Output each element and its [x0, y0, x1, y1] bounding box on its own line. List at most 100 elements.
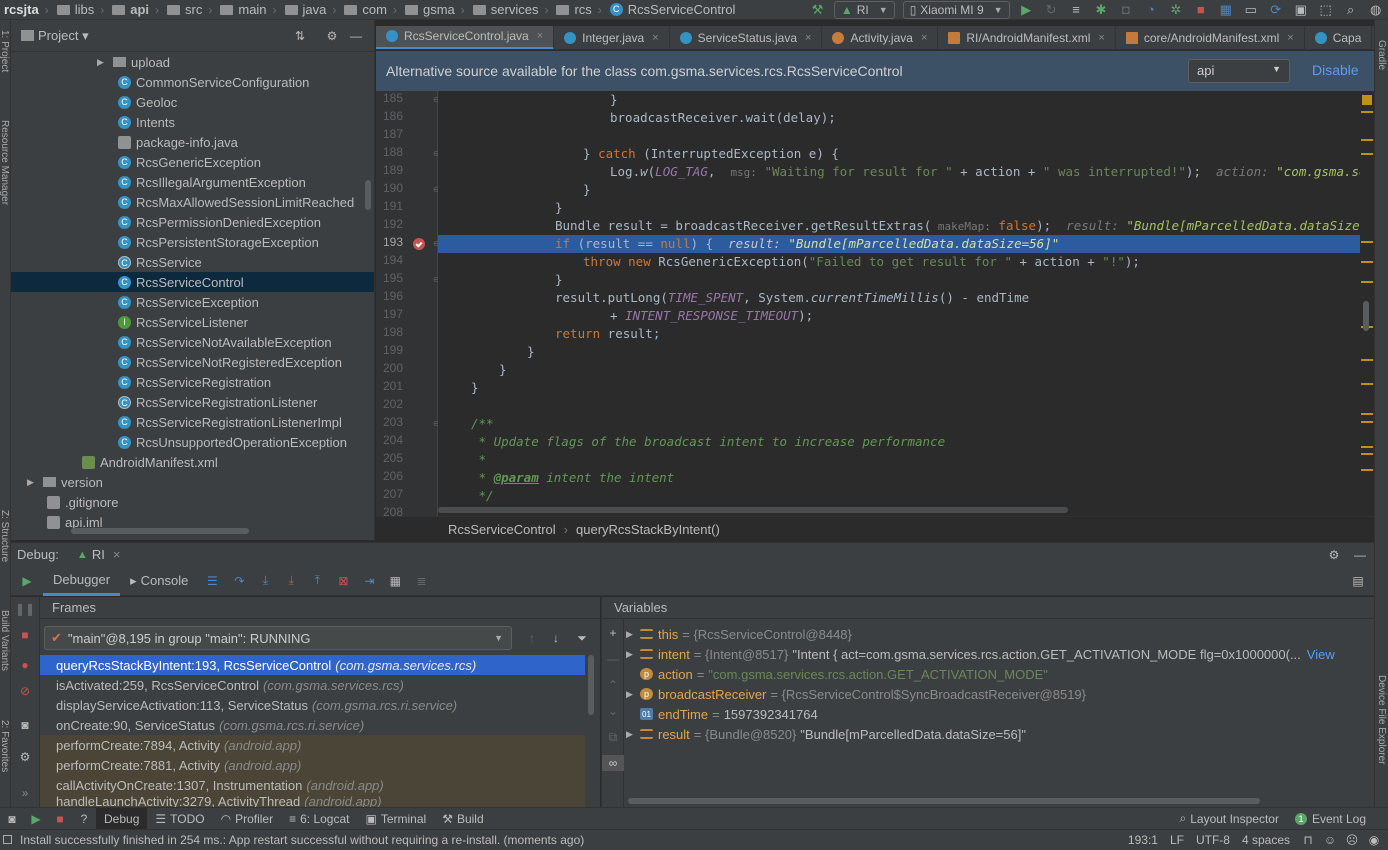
attach-debugger-icon[interactable]: ✲ — [1168, 2, 1183, 18]
tree-item[interactable]: I RcsServiceListener — [11, 312, 374, 332]
tree-item[interactable]: C RcsPermissionDeniedException — [11, 212, 374, 232]
stack-frame[interactable]: performCreate:7894, Activity (android.app… — [40, 735, 585, 755]
todo-tool-button[interactable]: ☰ TODO — [147, 808, 212, 830]
tree-item[interactable]: C RcsPersistentStorageException — [11, 232, 374, 252]
tab-capa[interactable]: Capa — [1305, 26, 1373, 49]
event-log-button[interactable]: 1 Event Log — [1287, 808, 1374, 830]
close-icon[interactable]: × — [1098, 32, 1104, 44]
disable-link[interactable]: Disable — [1312, 62, 1359, 78]
resume-icon[interactable]: ▶ — [19, 573, 35, 589]
expand-arrow-icon[interactable]: ▶ — [626, 689, 640, 700]
mute-breakpoints-icon[interactable]: ⊘ — [17, 683, 33, 699]
stop-icon[interactable]: ■ — [1193, 2, 1208, 18]
memory-indicator-icon[interactable]: ◉ — [1366, 832, 1382, 848]
breadcrumb-class[interactable]: RcsServiceControl — [448, 522, 556, 537]
stack-frame[interactable]: onCreate:90, ServiceStatus (com.gsma.rcs.… — [40, 715, 585, 735]
project-scrollbar[interactable] — [365, 180, 371, 210]
tree-item[interactable]: C Intents — [11, 112, 374, 132]
tree-item[interactable]: C CommonServiceConfiguration — [11, 72, 374, 92]
terminal-tool-button[interactable]: ▣ Terminal — [357, 808, 434, 830]
layout-icon[interactable]: ☰ — [204, 573, 220, 589]
crumb-services[interactable]: services › — [469, 2, 553, 17]
coverage-icon[interactable]: ◘ — [1118, 2, 1133, 18]
device-file-explorer-tool-tab[interactable]: Device File Explorer — [1376, 675, 1387, 764]
gear-icon[interactable]: ⚙ — [1326, 547, 1342, 563]
run-to-cursor-icon[interactable]: ⇥ — [361, 573, 377, 589]
camera-icon[interactable]: ◙ — [4, 811, 20, 827]
stack-frame[interactable]: callActivityOnCreate:1307, Instrumentati… — [40, 775, 585, 795]
sync-icon[interactable]: ⟳ — [1268, 2, 1283, 18]
close-icon[interactable]: × — [652, 32, 658, 44]
tab-debugger[interactable]: Debugger — [43, 566, 121, 596]
add-watch-icon[interactable]: + — [605, 625, 621, 641]
favorites-tool-tab[interactable]: 2: Favorites — [0, 720, 10, 772]
tab-servicestatus[interactable]: ServiceStatus.java × — [670, 26, 823, 49]
debug-session-tab[interactable]: RI — [92, 547, 105, 562]
tab-rcsservicecontrol[interactable]: RcsServiceControl.java × — [376, 26, 555, 49]
crumb-project[interactable]: rcsjta › — [0, 2, 53, 17]
tree-item-selected[interactable]: C RcsServiceControl — [11, 272, 374, 292]
apply-changes-icon[interactable]: ≡ — [1069, 2, 1084, 18]
filter-icon[interactable]: ⏷ — [574, 630, 590, 646]
close-icon[interactable]: × — [113, 547, 121, 562]
show-watches-icon[interactable]: ∞ — [602, 755, 624, 771]
account-icon[interactable]: ◍ — [1368, 2, 1383, 18]
tree-item-upload[interactable]: ▶ upload — [11, 52, 374, 72]
gear-icon[interactable]: ⚙ — [17, 749, 33, 765]
move-down-icon[interactable]: ⌄ — [605, 703, 621, 719]
crumb-rcs[interactable]: rcs › — [552, 2, 605, 17]
stack-frame[interactable]: queryRcsStackByIntent:193, RcsServiceCon… — [40, 655, 585, 675]
crumb-com[interactable]: com › — [340, 2, 401, 17]
tree-item[interactable]: C RcsIllegalArgumentException — [11, 172, 374, 192]
close-icon[interactable]: × — [805, 32, 811, 44]
variable-row[interactable]: ▶ p broadcastReceiver = {RcsServiceControl$… — [626, 684, 1090, 704]
project-h-scrollbar[interactable] — [71, 528, 249, 534]
hide-icon[interactable]: — — [1352, 547, 1368, 563]
variable-row[interactable]: ▶ result = {Bundle@8520} "Bundle[mParcelled… — [626, 724, 1026, 744]
remove-watch-icon[interactable]: — — [605, 651, 621, 667]
expand-arrow-icon[interactable]: ▶ — [626, 629, 640, 640]
rerun-icon[interactable]: ↻ — [1044, 2, 1059, 18]
help-icon[interactable]: ? — [76, 811, 92, 827]
variables-h-scrollbar[interactable] — [628, 798, 1260, 804]
stack-frame[interactable]: isActivated:259, RcsServiceControl (com.g… — [40, 675, 585, 695]
step-into-icon[interactable]: ⤓ — [257, 573, 273, 589]
crumb-gsma[interactable]: gsma › — [401, 2, 469, 17]
tree-item[interactable]: C RcsServiceException — [11, 292, 374, 312]
editor-v-scrollbar[interactable] — [1363, 301, 1369, 331]
variable-row[interactable]: ▶ this = {RcsServiceControl@8448} — [626, 624, 856, 644]
breadcrumb-method[interactable]: queryRcsStackByIntent() — [576, 522, 720, 537]
search-icon[interactable]: ⌕ — [1343, 2, 1358, 18]
next-frame-icon[interactable]: ↓ — [548, 630, 564, 646]
warning-indicator-icon[interactable] — [1362, 95, 1372, 105]
code-editor[interactable]: } broadcastReceiver.wait(delay); } catch… — [438, 91, 1360, 516]
step-over-icon[interactable]: ↷ — [231, 573, 247, 589]
camera-icon[interactable]: ◙ — [17, 717, 33, 733]
copy-icon[interactable]: ⧉ — [605, 729, 621, 745]
tree-item[interactable]: package-info.java — [11, 132, 374, 152]
indent-setting[interactable]: 4 spaces — [1242, 833, 1290, 847]
tab-core-manifest[interactable]: core/AndroidManifest.xml × — [1116, 26, 1305, 49]
expand-arrow-icon[interactable]: ▶ — [626, 649, 640, 660]
variable-row[interactable]: 01 endTime = 1597392341764 — [626, 704, 818, 724]
tree-item[interactable]: C RcsService — [11, 252, 374, 272]
crumb-api[interactable]: api › — [108, 2, 163, 17]
device-manager-icon[interactable]: ⬚ — [1318, 2, 1333, 18]
move-up-icon[interactable]: ⌃ — [605, 677, 621, 693]
tree-item[interactable]: C RcsMaxAllowedSessionLimitReached — [11, 192, 374, 212]
variable-row[interactable]: ▶ intent = {Intent@8517} "Intent { act=com.… — [626, 644, 1335, 664]
crumb-java[interactable]: java › — [281, 2, 341, 17]
tab-integer[interactable]: Integer.java × — [554, 26, 670, 49]
crumb-src[interactable]: src › — [163, 2, 216, 17]
more-icon[interactable]: » — [17, 785, 33, 801]
collapse-all-icon[interactable]: ⇅ — [292, 28, 308, 44]
lock-icon[interactable]: ⊓ — [1300, 832, 1316, 848]
error-stripe[interactable] — [1360, 91, 1374, 516]
force-step-into-icon[interactable]: ⤓ — [283, 573, 299, 589]
sdk-manager-icon[interactable]: ▣ — [1293, 2, 1308, 18]
close-icon[interactable]: × — [921, 32, 927, 44]
expand-arrow-icon[interactable]: ▶ — [626, 729, 640, 740]
hide-icon[interactable]: — — [348, 28, 364, 44]
tree-item[interactable]: C RcsServiceNotRegisteredException — [11, 352, 374, 372]
trace-icon[interactable]: ≣ — [413, 573, 429, 589]
